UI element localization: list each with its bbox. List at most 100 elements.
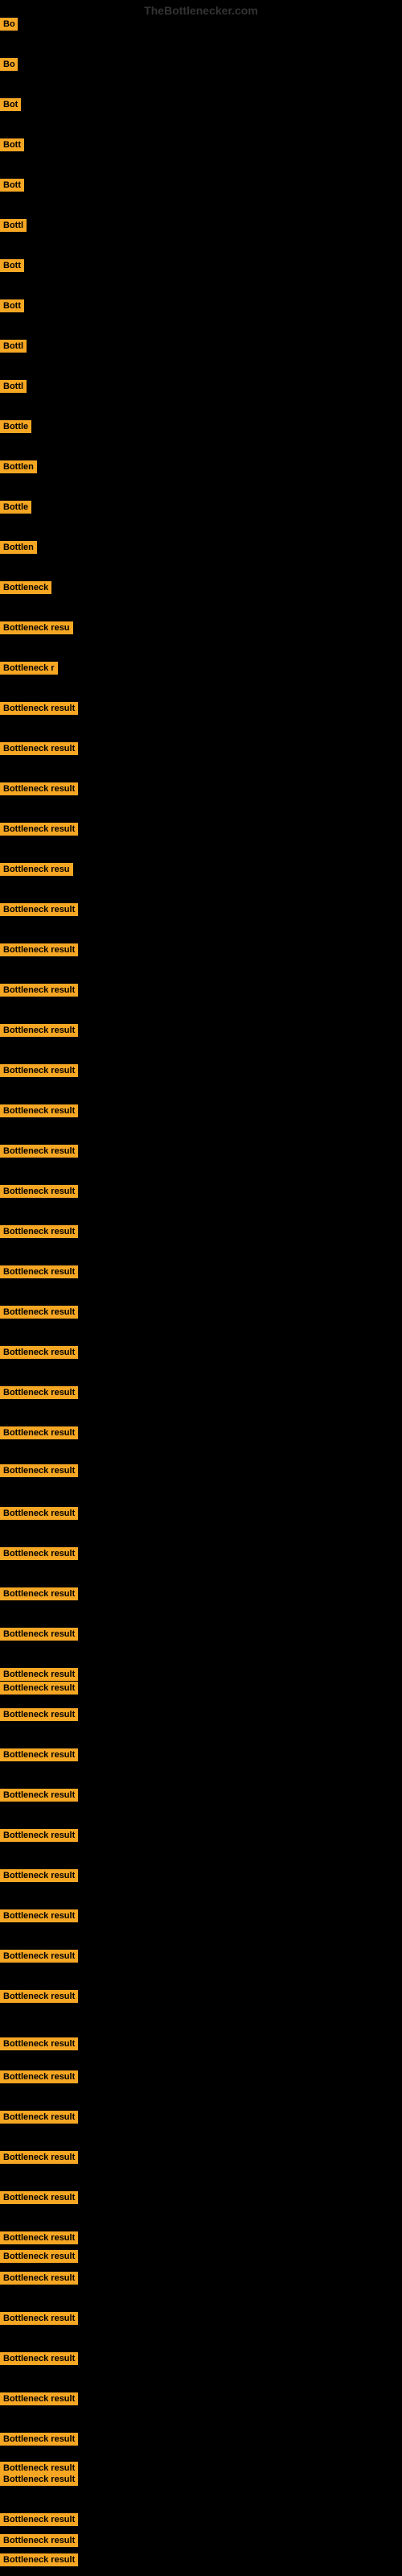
- badge-item: Bottleneck result: [0, 1064, 78, 1081]
- badge-item: Bottleneck result: [0, 1748, 78, 1765]
- badge-item: Bottleneck result: [0, 2231, 78, 2248]
- bottleneck-badge: Bottleneck result: [0, 2191, 78, 2204]
- bottleneck-badge: Bott: [0, 299, 24, 312]
- bottleneck-badge: Bottleneck result: [0, 1748, 78, 1761]
- badge-item: Bottleneck result: [0, 2312, 78, 2329]
- bottleneck-badge: Bottleneck result: [0, 1507, 78, 1520]
- badge-item: Bottleneck result: [0, 2070, 78, 2087]
- bottleneck-badge: Bottleneck resu: [0, 621, 73, 634]
- bottleneck-badge: Bottleneck result: [0, 1668, 78, 1681]
- badge-item: Bottleneck result: [0, 1950, 78, 1967]
- badge-item: Bottlen: [0, 460, 37, 477]
- badge-item: Bottleneck result: [0, 782, 78, 799]
- badge-item: Bottl: [0, 380, 27, 397]
- bottleneck-badge: Bo: [0, 58, 18, 71]
- bottleneck-badge: Bottleneck result: [0, 1950, 78, 1963]
- bottleneck-badge: Bottlen: [0, 541, 37, 554]
- badge-item: Bottleneck result: [0, 1346, 78, 1363]
- bottleneck-badge: Bottleneck result: [0, 1064, 78, 1077]
- badge-item: Bottleneck result: [0, 2392, 78, 2409]
- badge-item: Bottlen: [0, 541, 37, 558]
- badge-item: Bottleneck result: [0, 1104, 78, 1121]
- bottleneck-badge: Bottl: [0, 219, 27, 232]
- bottleneck-badge: Bottleneck result: [0, 1185, 78, 1198]
- bottleneck-badge: Bottleneck result: [0, 1306, 78, 1319]
- bottleneck-badge: Bottleneck result: [0, 1024, 78, 1037]
- bottleneck-badge: Bot: [0, 98, 21, 111]
- badge-item: Bottleneck result: [0, 1708, 78, 1725]
- badge-item: Bottleneck result: [0, 1024, 78, 1041]
- badge-item: Bottleneck result: [0, 2037, 78, 2054]
- bottleneck-badge: Bottleneck result: [0, 2473, 78, 2486]
- bottleneck-badge: Bottleneck result: [0, 2151, 78, 2164]
- bottleneck-badge: Bottleneck result: [0, 1708, 78, 1721]
- bottleneck-badge: Bottle: [0, 420, 31, 433]
- badge-item: Bottle: [0, 501, 31, 518]
- bottleneck-badge: Bottlen: [0, 460, 37, 473]
- badge-item: Bottleneck result: [0, 1682, 78, 1699]
- badge-item: Bottl: [0, 219, 27, 236]
- badge-item: Bottleneck result: [0, 1587, 78, 1604]
- badge-item: Bottleneck resu: [0, 863, 73, 880]
- bottleneck-badge: Bottleneck result: [0, 1346, 78, 1359]
- badge-item: Bottleneck result: [0, 1990, 78, 2007]
- badge-item: Bottleneck result: [0, 2433, 78, 2450]
- badge-item: Bottleneck result: [0, 2534, 78, 2551]
- badge-item: Bottleneck result: [0, 2191, 78, 2208]
- badge-item: Bottleneck result: [0, 1185, 78, 1202]
- bottleneck-badge: Bottleneck result: [0, 1547, 78, 1560]
- bottleneck-badge: Bottleneck resu: [0, 863, 73, 876]
- badge-item: Bottleneck resu: [0, 621, 73, 638]
- badge-item: Bottleneck result: [0, 1547, 78, 1564]
- bottleneck-badge: Bo: [0, 18, 18, 31]
- site-title: TheBottlenecker.com: [144, 4, 258, 17]
- badge-item: Bottleneck result: [0, 823, 78, 840]
- bottleneck-badge: Bottleneck result: [0, 903, 78, 916]
- badge-item: Bottleneck result: [0, 1628, 78, 1645]
- bottleneck-badge: Bottleneck result: [0, 782, 78, 795]
- bottleneck-badge: Bottleneck result: [0, 2272, 78, 2285]
- badge-item: Bottleneck result: [0, 943, 78, 960]
- bottleneck-badge: Bottleneck result: [0, 2534, 78, 2547]
- badge-item: Bottleneck result: [0, 702, 78, 719]
- badge-item: Bott: [0, 138, 24, 155]
- bottleneck-badge: Bottleneck result: [0, 2352, 78, 2365]
- badge-item: Bottleneck result: [0, 2250, 78, 2267]
- badge-item: Bottleneck: [0, 581, 51, 598]
- bottleneck-badge: Bottleneck result: [0, 2312, 78, 2325]
- bottleneck-badge: Bottl: [0, 340, 27, 353]
- badge-item: Bott: [0, 299, 24, 316]
- bottleneck-badge: Bottleneck result: [0, 1464, 78, 1477]
- bottleneck-badge: Bottleneck result: [0, 1869, 78, 1882]
- bottleneck-badge: Bottleneck result: [0, 2037, 78, 2050]
- bottleneck-badge: Bottleneck result: [0, 1682, 78, 1695]
- bottleneck-badge: Bottleneck: [0, 581, 51, 594]
- bottleneck-badge: Bott: [0, 138, 24, 151]
- badge-item: Bottle: [0, 420, 31, 437]
- bottleneck-badge: Bottleneck result: [0, 2231, 78, 2244]
- badge-item: Bo: [0, 18, 18, 35]
- bottleneck-badge: Bottleneck result: [0, 823, 78, 836]
- bottleneck-badge: Bottleneck result: [0, 2433, 78, 2446]
- bottleneck-badge: Bottleneck result: [0, 1789, 78, 1802]
- bottleneck-badge: Bottleneck result: [0, 742, 78, 755]
- badge-item: Bottleneck result: [0, 1507, 78, 1524]
- badge-item: Bottleneck result: [0, 903, 78, 920]
- bottleneck-badge: Bottl: [0, 380, 27, 393]
- bottleneck-badge: Bottleneck result: [0, 2070, 78, 2083]
- badge-item: Bottleneck result: [0, 1265, 78, 1282]
- bottleneck-badge: Bottleneck result: [0, 943, 78, 956]
- bottleneck-badge: Bottleneck result: [0, 1426, 78, 1439]
- bottleneck-badge: Bottleneck result: [0, 1145, 78, 1158]
- bottleneck-badge: Bott: [0, 179, 24, 192]
- bottleneck-badge: Bottleneck result: [0, 984, 78, 997]
- bottleneck-badge: Bottleneck result: [0, 1909, 78, 1922]
- bottleneck-badge: Bottleneck result: [0, 1265, 78, 1278]
- badge-item: Bottleneck result: [0, 984, 78, 1001]
- bottleneck-badge: Bottleneck result: [0, 1628, 78, 1641]
- badge-item: Bottleneck result: [0, 2553, 78, 2570]
- badge-item: Bottleneck result: [0, 1145, 78, 1162]
- badge-item: Bottleneck result: [0, 1464, 78, 1481]
- badge-item: Bottleneck result: [0, 1426, 78, 1443]
- badge-item: Bot: [0, 98, 21, 115]
